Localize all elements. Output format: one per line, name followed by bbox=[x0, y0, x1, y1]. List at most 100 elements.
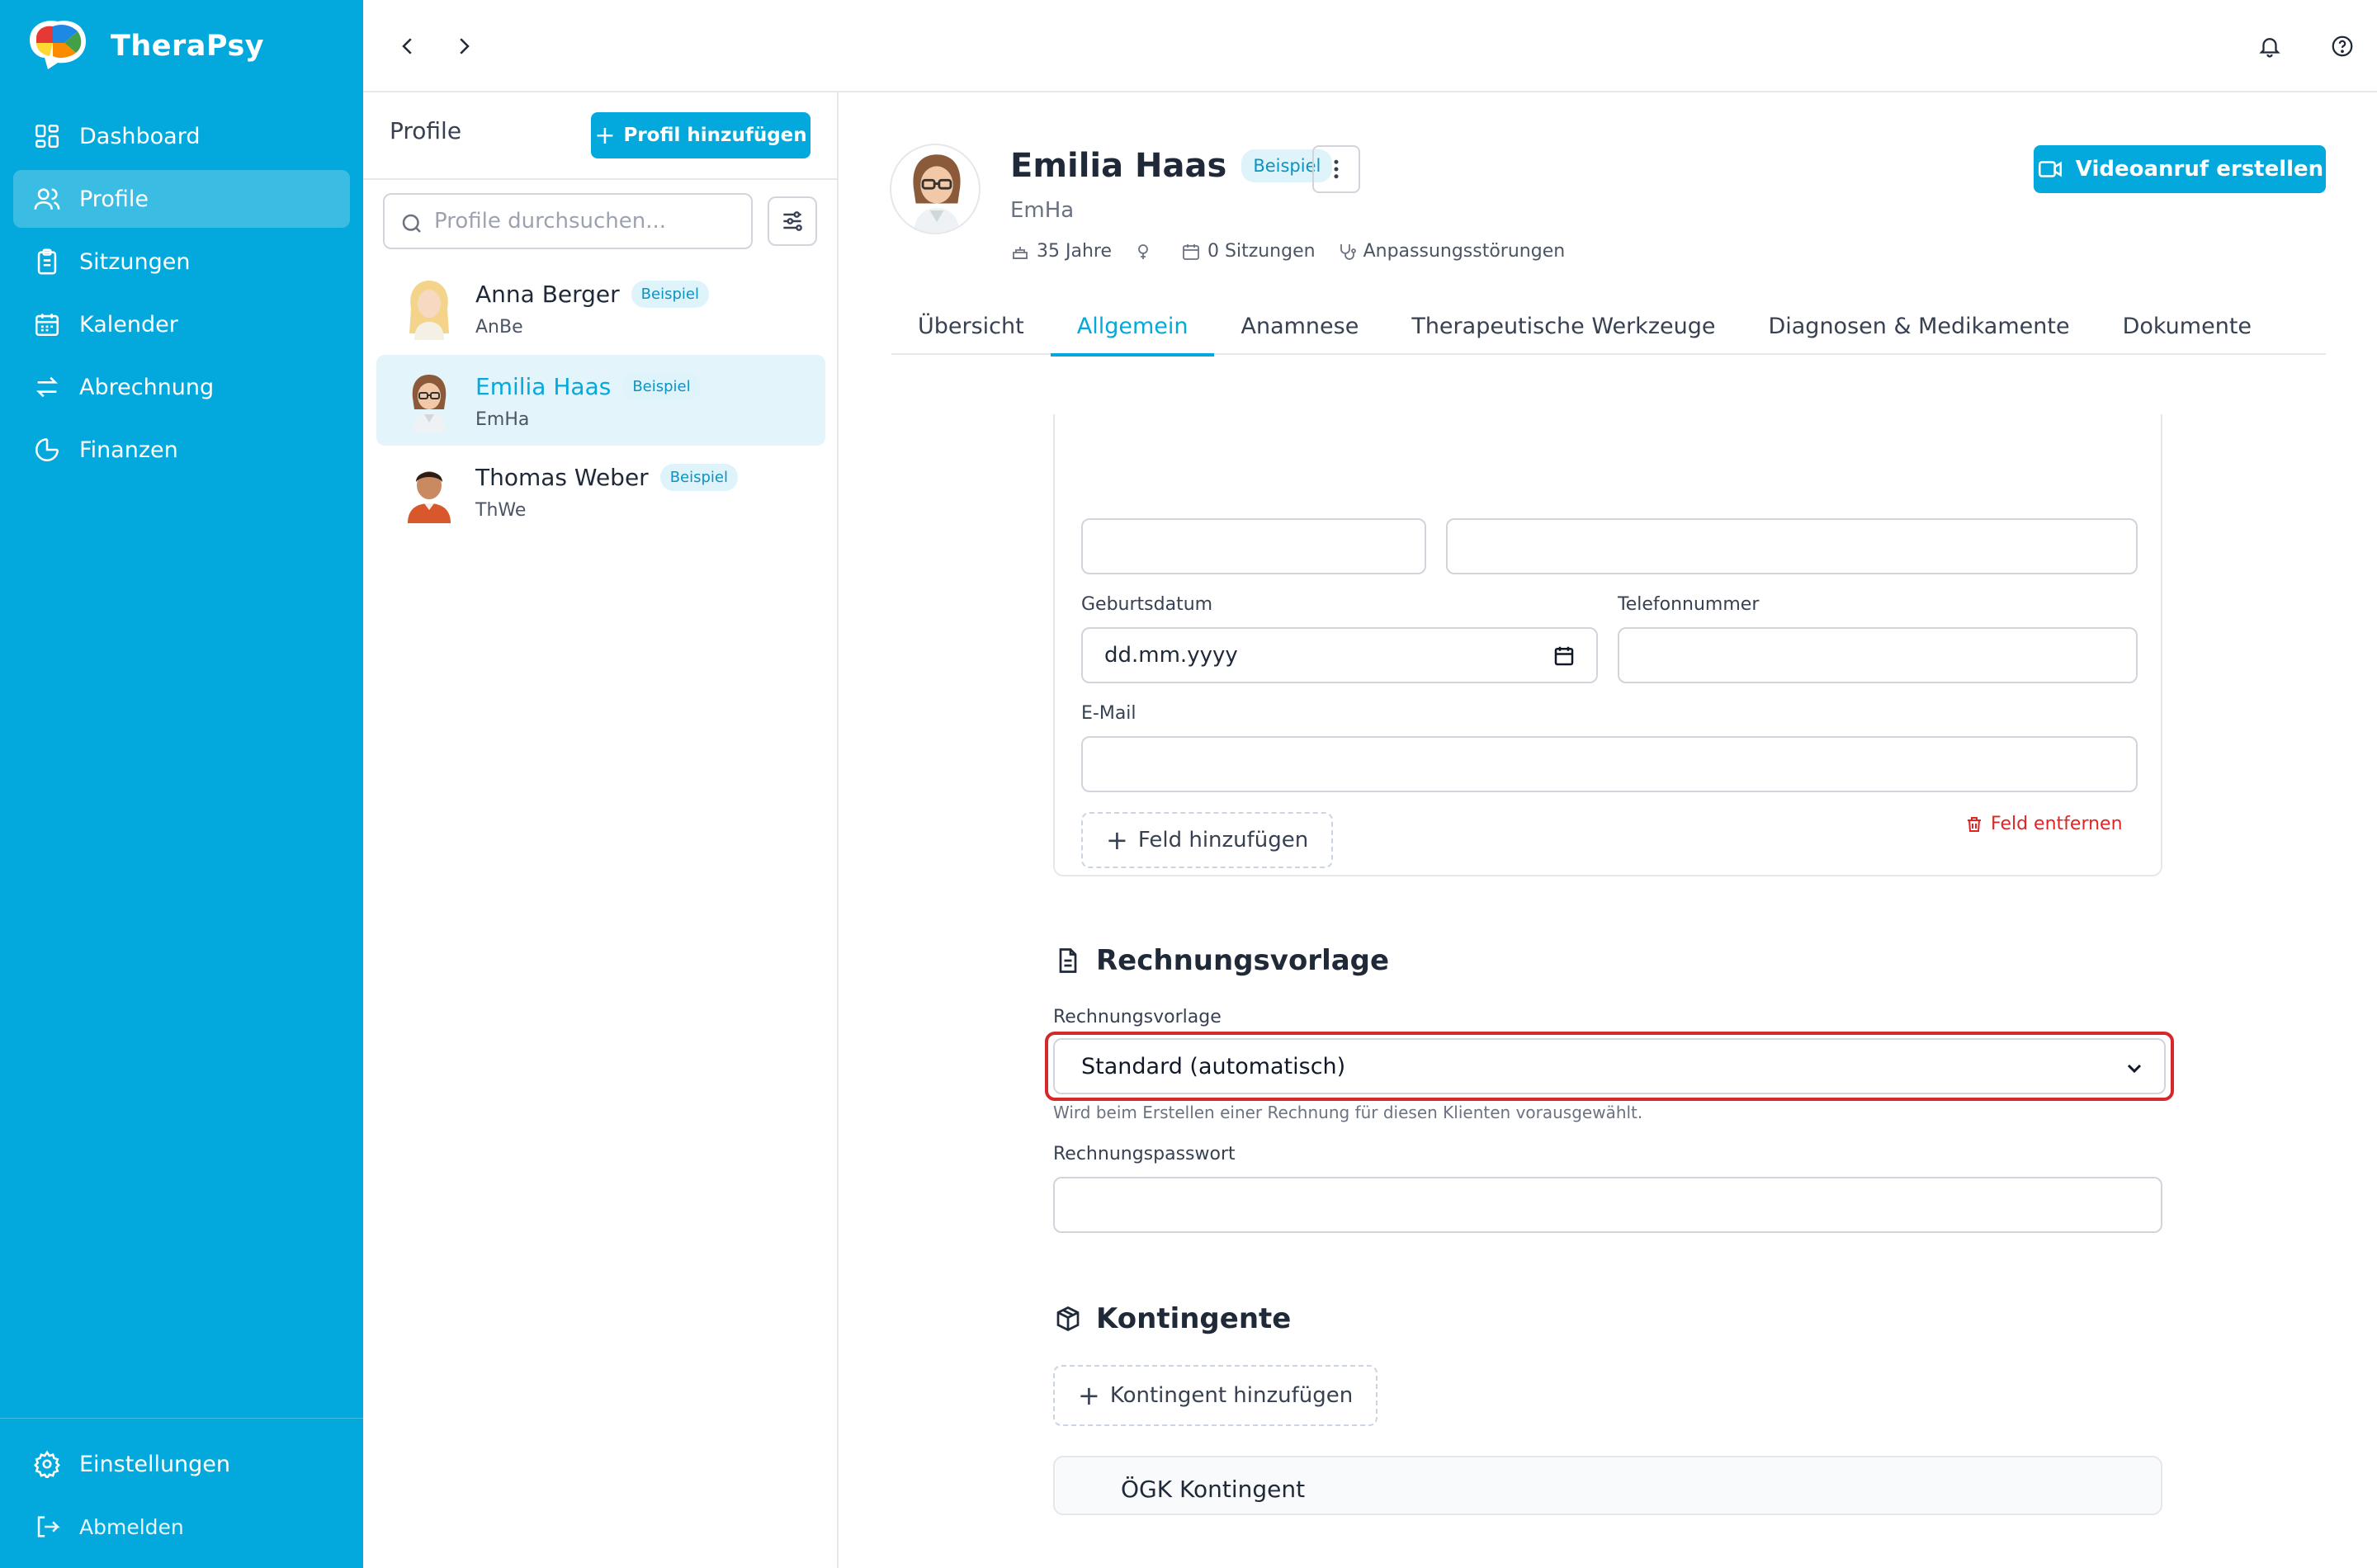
calendar-icon bbox=[1183, 243, 1199, 260]
invoice-section-title: Rechnungsvorlage bbox=[1053, 944, 1389, 977]
phone-field[interactable] bbox=[1618, 627, 2138, 683]
chevron-down-icon bbox=[2127, 1064, 2142, 1074]
birthdate-field[interactable]: dd.mm.yyyy bbox=[1081, 627, 1598, 683]
profile-name: Anna Berger Beispiel bbox=[475, 281, 709, 308]
invoice-template-hint: Wird beim Erstellen einer Rechnung für d… bbox=[1053, 1103, 1643, 1122]
sidebar-item-label: Dashboard bbox=[79, 123, 201, 149]
profile-list-item[interactable]: Anna Berger Beispiel AnBe bbox=[376, 262, 825, 353]
divider bbox=[363, 178, 837, 180]
add-field-label: Feld hinzufügen bbox=[1137, 828, 1309, 852]
pie-chart-icon bbox=[35, 437, 59, 462]
users-icon bbox=[34, 188, 60, 210]
invoice-template-value: Standard (automatisch) bbox=[1081, 1053, 1346, 1079]
gear-icon bbox=[34, 1450, 60, 1478]
quotas-section-title: Kontingente bbox=[1053, 1302, 1291, 1335]
profile-menu-button[interactable] bbox=[1312, 145, 1360, 193]
add-field-button[interactable]: + Feld hinzufügen bbox=[1081, 812, 1334, 868]
sidebar-item-finanzen[interactable]: Finanzen bbox=[13, 421, 350, 479]
invoice-template-label: Rechnungsvorlage bbox=[1053, 1007, 1222, 1027]
sidebar-item-einstellungen[interactable]: Einstellungen bbox=[13, 1437, 350, 1491]
phone-label: Telefonnummer bbox=[1618, 594, 1760, 615]
sidebar-nav: Dashboard Profile Sitzungen Kalender Abr… bbox=[13, 107, 350, 484]
invoice-password-label: Rechnungspasswort bbox=[1053, 1144, 1236, 1164]
app-logo[interactable]: TheraPsy bbox=[25, 15, 264, 78]
help-icon bbox=[2332, 35, 2353, 57]
add-profile-label: Profil hinzufügen bbox=[623, 125, 807, 146]
invoice-password-field[interactable] bbox=[1053, 1177, 2162, 1233]
cake-icon bbox=[1013, 246, 1028, 259]
profile-short: AnBe bbox=[475, 317, 523, 338]
sidebar-bottom: Einstellungen Abmelden bbox=[0, 1418, 363, 1562]
calendar-icon[interactable] bbox=[1552, 644, 1576, 668]
tab-anamnese[interactable]: Anamnese bbox=[1214, 297, 1385, 355]
profile-name-text: Thomas Weber bbox=[475, 464, 649, 491]
avatar bbox=[412, 375, 447, 432]
avatar-image bbox=[913, 154, 961, 233]
plus-icon: + bbox=[1078, 1380, 1100, 1411]
profile-list-title: Profile bbox=[390, 117, 462, 144]
profile-name-text: Anna Berger bbox=[475, 281, 620, 308]
profile-short: ThWe bbox=[475, 500, 527, 521]
add-profile-button[interactable]: + Profil hinzufügen bbox=[591, 112, 810, 158]
sidebar-item-label: Abrechnung bbox=[79, 374, 215, 400]
meta-sessions-text: 0 Sitzungen bbox=[1207, 241, 1316, 262]
avatar bbox=[408, 471, 451, 523]
calendar-icon bbox=[35, 314, 59, 337]
sidebar-item-abmelden[interactable]: Abmelden bbox=[13, 1500, 350, 1554]
tab-dokumente[interactable]: Dokumente bbox=[2096, 297, 2278, 355]
profile-title: Emilia Haas Beispiel bbox=[1010, 147, 1333, 185]
tab-therapeutische-werkzeuge[interactable]: Therapeutische Werkzeuge bbox=[1385, 297, 1741, 355]
forward-button[interactable] bbox=[446, 28, 482, 64]
meta-age: 35 Jahre bbox=[1010, 241, 1112, 262]
last-name-field[interactable] bbox=[1446, 518, 2138, 574]
quota-card[interactable]: ÖGK Kontingent bbox=[1053, 1456, 2162, 1515]
sidebar-item-abrechnung[interactable]: Abrechnung bbox=[13, 358, 350, 416]
chevron-left-icon bbox=[402, 38, 412, 54]
sidebar-item-sitzungen[interactable]: Sitzungen bbox=[13, 233, 350, 290]
birthdate-value: dd.mm.yyyy bbox=[1104, 643, 1238, 668]
filter-button[interactable] bbox=[768, 196, 817, 246]
sidebar-item-kalender[interactable]: Kalender bbox=[13, 295, 350, 353]
sidebar-item-label: Kalender bbox=[79, 311, 178, 338]
tab-uebersicht[interactable]: Übersicht bbox=[891, 297, 1051, 355]
female-icon bbox=[1138, 243, 1148, 259]
first-name-field[interactable] bbox=[1081, 518, 1426, 574]
remove-field-button[interactable]: Feld entfernen bbox=[1964, 814, 2123, 834]
logout-icon bbox=[37, 1516, 60, 1537]
meta-diagnosis-text: Anpassungsstörungen bbox=[1363, 241, 1566, 262]
video-call-label: Videoanruf erstellen bbox=[2075, 157, 2324, 182]
profile-detail: Emilia Haas Beispiel EmHa 35 Jahre 0 Sit… bbox=[839, 92, 2377, 1568]
tab-diagnosen-medikamente[interactable]: Diagnosen & Medikamente bbox=[1741, 297, 2096, 355]
sidebar: TheraPsy Dashboard Profile Sitzungen Kal… bbox=[0, 0, 363, 1568]
create-video-call-button[interactable]: Videoanruf erstellen bbox=[2034, 145, 2326, 193]
example-badge: Beispiel bbox=[631, 281, 709, 308]
profile-list-panel: Profile + Profil hinzufügen Profile durc… bbox=[363, 92, 839, 1568]
profile-short: EmHa bbox=[475, 409, 530, 430]
more-vertical-icon bbox=[1334, 159, 1339, 179]
back-button[interactable] bbox=[390, 28, 426, 64]
meta-sessions: 0 Sitzungen bbox=[1181, 241, 1316, 262]
contact-fields-card: Geburtsdatum dd.mm.yyyy Telefonnummer E-… bbox=[1053, 414, 2162, 876]
video-icon bbox=[2038, 161, 2062, 177]
plus-icon: + bbox=[1106, 824, 1128, 856]
sidebar-item-label: Finanzen bbox=[79, 437, 178, 463]
profile-list-item[interactable]: Thomas Weber Beispiel ThWe bbox=[376, 446, 825, 536]
profile-search-input[interactable]: Profile durchsuchen... bbox=[383, 193, 753, 249]
search-placeholder: Profile durchsuchen... bbox=[434, 209, 667, 234]
trash-icon bbox=[1968, 816, 1981, 832]
email-field[interactable] bbox=[1081, 736, 2138, 792]
profile-tabs: Übersicht Allgemein Anamnese Therapeutis… bbox=[891, 297, 2326, 357]
tab-allgemein[interactable]: Allgemein bbox=[1050, 297, 1215, 357]
help-button[interactable] bbox=[2324, 28, 2360, 64]
notifications-button[interactable] bbox=[2252, 28, 2288, 64]
profile-list-item-active[interactable]: Emilia Haas Beispiel EmHa bbox=[376, 355, 825, 446]
add-quota-label: Kontingent hinzufügen bbox=[1109, 1383, 1354, 1408]
sliders-icon bbox=[783, 211, 802, 231]
top-bar bbox=[363, 0, 2377, 92]
profile-title-text: Emilia Haas bbox=[1010, 147, 1227, 185]
sidebar-item-dashboard[interactable]: Dashboard bbox=[13, 107, 350, 165]
profile-name-text: Emilia Haas bbox=[475, 373, 612, 400]
invoice-template-select[interactable]: Standard (automatisch) bbox=[1053, 1038, 2166, 1094]
add-quota-button[interactable]: + Kontingent hinzufügen bbox=[1053, 1365, 1378, 1426]
sidebar-item-profile[interactable]: Profile bbox=[13, 170, 350, 228]
